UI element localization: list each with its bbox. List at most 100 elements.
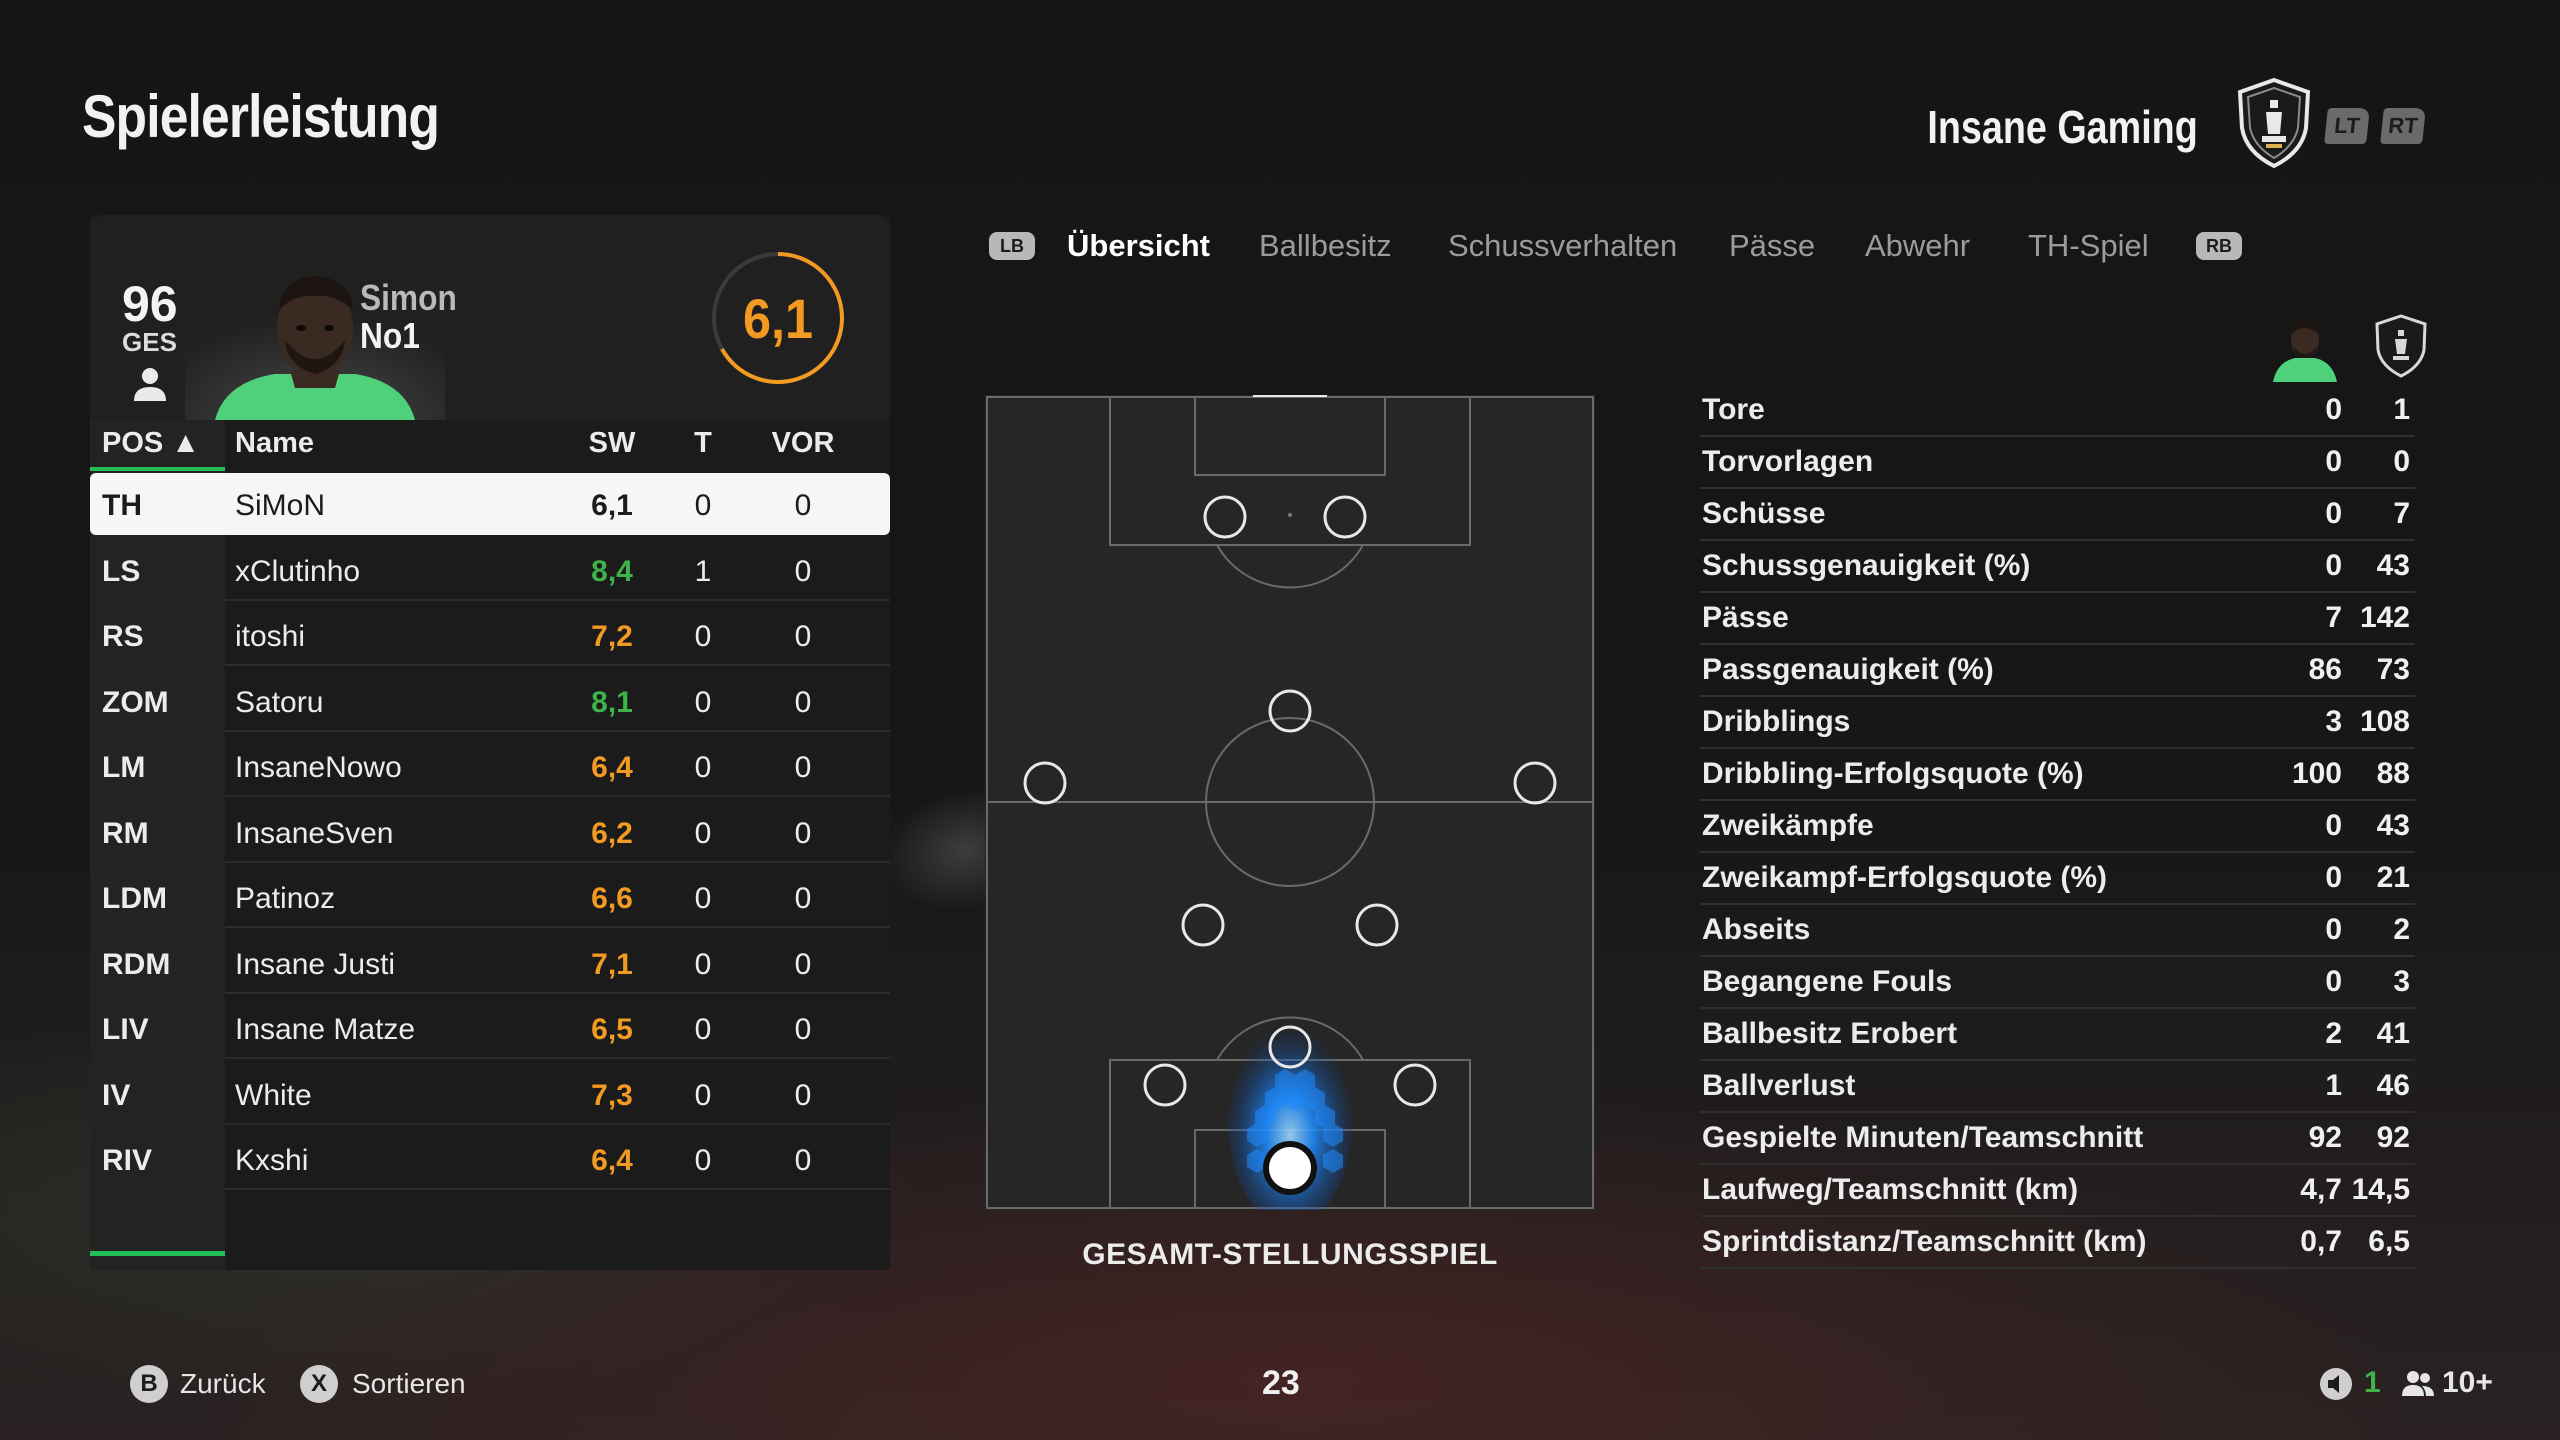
table-row[interactable]: LDM Patinoz 6,6 0 0 [90, 866, 890, 928]
row-goals: 0 [694, 751, 712, 784]
header-pos[interactable]: POS ▲ [102, 427, 200, 460]
stat-label: Abseits [1702, 913, 1811, 946]
tab-abwehr[interactable]: Abwehr [1865, 228, 1970, 264]
row-assists: 0 [794, 882, 812, 915]
page-title: Spielerleistung [82, 83, 440, 150]
stat-label: Dribblings [1702, 705, 1851, 738]
row-position: TH [102, 489, 142, 522]
row-goals: 0 [694, 947, 712, 981]
tab-ballbesitz[interactable]: Ballbesitz [1259, 228, 1392, 264]
stat-player-value: 4,7 [2300, 1173, 2342, 1206]
row-player-name: InsaneSven [235, 816, 394, 850]
table-row[interactable]: LS xClutinho 8,4 1 0 [90, 539, 890, 601]
table-row[interactable]: TH SiMoN 6,1 0 0 [90, 473, 890, 535]
row-assists: 0 [794, 816, 812, 850]
stat-player-value: 0 [2325, 393, 2342, 426]
stat-player-value: 0 [2325, 965, 2342, 998]
tab-uebersicht[interactable]: Übersicht [1067, 228, 1210, 264]
row-player-name: SiMoN [235, 489, 326, 522]
stat-label: Zweikämpfe [1702, 809, 1874, 842]
stat-team-value: 43 [2376, 809, 2410, 842]
row-goals: 0 [694, 1078, 712, 1112]
row-assists: 0 [794, 1144, 812, 1177]
header-sw[interactable]: SW [572, 427, 652, 460]
row-position: LDM [102, 882, 167, 915]
row-player-name: xClutinho [235, 554, 361, 588]
row-rating: 6,2 [591, 816, 633, 850]
stat-team-value: 7 [2393, 497, 2410, 530]
party-count: 10+ [2442, 1366, 2493, 1399]
row-position: RDM [102, 947, 171, 981]
table-row[interactable]: LIV Insane Matze 6,5 0 0 [90, 997, 890, 1059]
row-rating: 7,1 [591, 947, 633, 981]
back-label[interactable]: Zurück [180, 1368, 266, 1400]
row-rating: 6,4 [591, 1144, 633, 1177]
row-rating: 6,4 [591, 751, 633, 784]
team-crest-icon [2237, 78, 2311, 168]
table-row[interactable]: LM InsaneNowo 6,4 0 0 [90, 735, 890, 797]
stat-label: Tore [1702, 393, 1765, 426]
header-vor[interactable]: VOR [763, 427, 843, 460]
player-overall-label: GES [122, 327, 177, 357]
header-name[interactable]: Name [235, 427, 314, 460]
table-row[interactable]: ZOM Satoru 8,1 0 0 [90, 670, 890, 732]
match-rating: 6,1 [742, 286, 814, 350]
row-player-name: itoshi [235, 620, 306, 653]
stat-label: Pässe [1702, 601, 1789, 634]
table-row[interactable]: IV White 7,3 0 0 [90, 1063, 890, 1125]
lb-button[interactable]: LB [989, 232, 1035, 260]
row-rating: 6,5 [591, 1013, 633, 1046]
stat-label: Ballbesitz Erobert [1702, 1017, 1958, 1050]
sort-label[interactable]: Sortieren [352, 1368, 466, 1400]
stat-row: Pässe 7 142 [1700, 593, 2415, 645]
table-row[interactable]: RIV Kxshi 6,4 0 0 [90, 1128, 890, 1190]
stat-team-value: 2 [2393, 913, 2410, 946]
rb-button[interactable]: RB [2196, 232, 2242, 260]
stat-player-value: 86 [2308, 653, 2342, 686]
stat-row: Abseits 0 2 [1700, 905, 2415, 957]
row-goals: 0 [694, 1144, 712, 1177]
row-position: RM [102, 816, 149, 850]
row-divider [225, 664, 890, 666]
person-icon [134, 368, 166, 401]
table-row[interactable]: RM InsaneSven 6,2 0 0 [90, 801, 890, 863]
tab-th-spiel[interactable]: TH-Spiel [2028, 228, 2149, 264]
stat-team-value: 73 [2376, 653, 2410, 686]
b-button-icon[interactable]: B [130, 1365, 168, 1403]
tab-schussverhalten[interactable]: Schussverhalten [1448, 228, 1677, 264]
stat-team-value: 3 [2393, 965, 2410, 998]
pitch-caption: GESAMT-STELLUNGSSPIEL [1082, 1238, 1498, 1271]
row-assists: 0 [794, 554, 812, 588]
row-goals: 1 [694, 554, 712, 588]
row-divider [225, 1057, 890, 1059]
row-rating: 8,4 [591, 554, 633, 588]
table-row[interactable]: RS itoshi 7,2 0 0 [90, 604, 890, 666]
lt-button[interactable]: LT [2324, 108, 2370, 144]
stat-row: Schussgenauigkeit (%) 0 43 [1700, 541, 2415, 593]
table-row[interactable]: RDM Insane Justi 7,1 0 0 [90, 932, 890, 994]
stat-label: Laufweg/Teamschnitt (km) [1702, 1173, 2079, 1206]
pitch-diagram [985, 395, 1595, 1210]
stat-player-value: 1 [2325, 1069, 2342, 1102]
tab-paesse[interactable]: Pässe [1729, 228, 1815, 264]
stat-row: Zweikampf-Erfolgsquote (%) 0 21 [1700, 853, 2415, 905]
rt-button[interactable]: RT [2380, 108, 2426, 144]
row-rating: 7,3 [591, 1078, 633, 1112]
row-divider [225, 860, 890, 863]
stat-label: Schüsse [1702, 497, 1826, 530]
stat-team-value: 92 [2376, 1121, 2410, 1154]
header-t[interactable]: T [683, 427, 723, 460]
x-button-icon[interactable]: X [300, 1365, 338, 1403]
row-divider [225, 991, 890, 994]
player-avatar-icon [2273, 320, 2337, 382]
stat-row: Ballbesitz Erobert 2 41 [1700, 1009, 2415, 1061]
voice-count: 1 [2364, 1366, 2381, 1399]
stat-label: Sprintdistanz/Teamschnitt (km) [1702, 1225, 2147, 1258]
row-position: LIV [102, 1013, 149, 1046]
footer-number: 23 [1262, 1364, 1300, 1402]
row-divider [225, 598, 890, 601]
row-divider [225, 1122, 890, 1125]
row-rating: 8,1 [591, 685, 633, 719]
sort-indicator [90, 467, 225, 471]
player-last-name: No1 [360, 315, 420, 356]
